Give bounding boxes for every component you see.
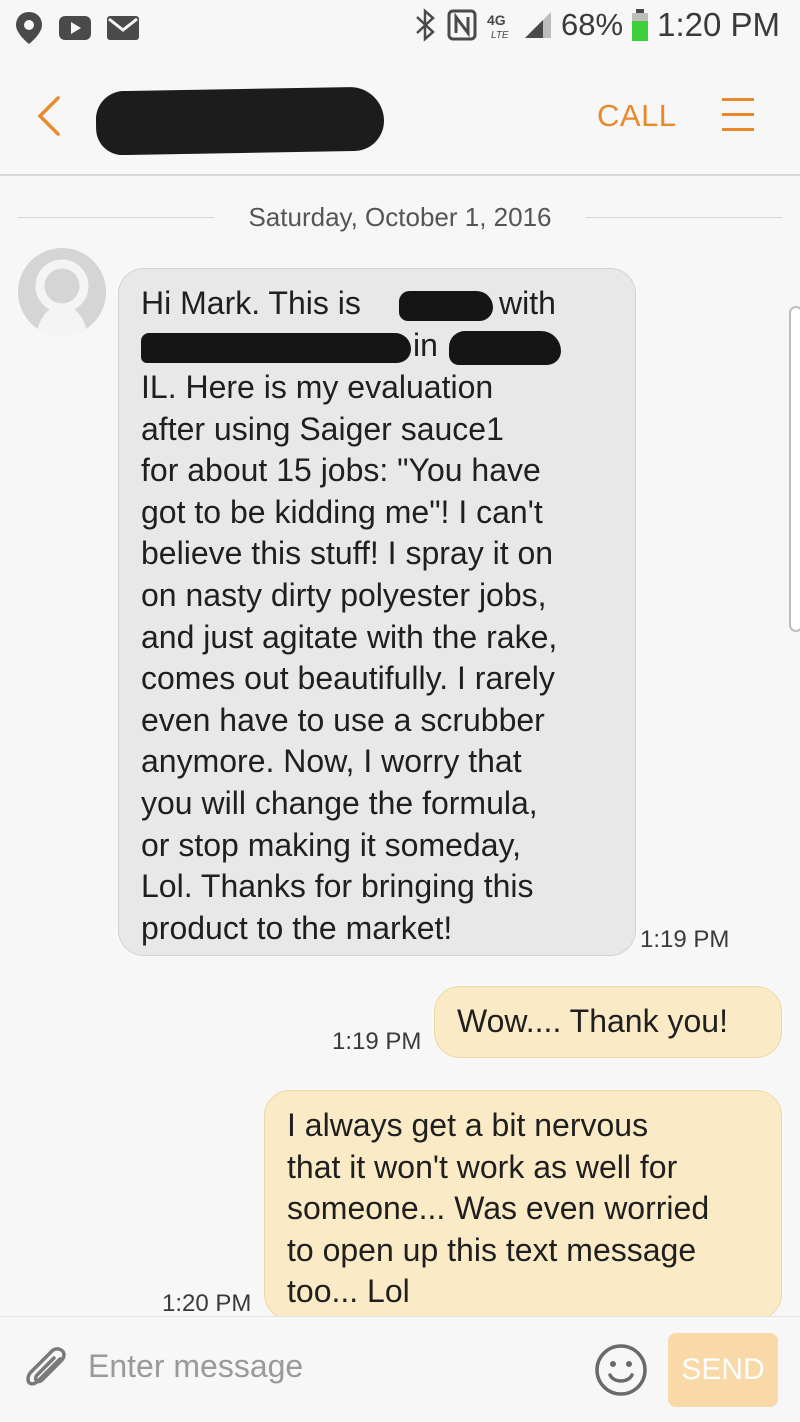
svg-text:4G: 4G [487,12,506,28]
outgoing-message-text: Wow.... Thank you! [457,1003,728,1039]
battery-icon [632,9,649,41]
outgoing-timestamp-1: 1:19 PM [332,1028,422,1055]
outgoing-message-bubble[interactable]: Wow.... Thank you! [434,986,782,1058]
incoming-line-1: Hi Mark. This is with [141,283,615,325]
redacted-city-name [449,331,561,365]
back-icon[interactable] [30,94,70,138]
message-text-in: in [413,327,438,363]
incoming-message-bubble[interactable]: Hi Mark. This is with in IL. Here is my … [118,268,636,956]
date-label: Saturday, October 1, 2016 [248,202,552,232]
redacted-business-name [141,333,411,363]
attach-icon[interactable] [22,1345,72,1395]
signal-icon [525,12,552,38]
status-bar: 4G LTE 68% 1:20 PM [0,0,800,56]
status-time: 1:20 PM [657,6,780,43]
contact-avatar[interactable] [18,248,106,336]
outgoing-message-bubble[interactable]: I always get a bit nervous that it won't… [264,1090,782,1320]
conversation-header: CALL [0,56,800,176]
nfc-icon [447,9,477,41]
network-4g-icon: 4G LTE [487,12,509,41]
youtube-icon [59,16,91,40]
message-text-end: with [499,285,556,321]
outgoing-message-text: I always get a bit nervous that it won't… [287,1107,710,1310]
call-button[interactable]: CALL [597,98,677,134]
redacted-contact-name [95,86,385,156]
redacted-sender-name [399,291,493,321]
menu-icon[interactable] [722,96,754,134]
svg-text:LTE: LTE [491,30,509,41]
message-text-start: Hi Mark. This is [141,285,361,321]
emoji-icon[interactable] [594,1343,648,1397]
incoming-message-text: IL. Here is my evaluation after using Sa… [141,369,558,946]
message-composer: SEND [0,1316,800,1422]
bluetooth-icon [416,8,435,42]
scrollbar[interactable] [789,306,800,632]
message-input[interactable] [88,1341,568,1391]
outgoing-timestamp-2: 1:20 PM [162,1290,252,1317]
location-icon [16,12,42,44]
mail-icon [107,16,139,40]
send-button[interactable]: SEND [668,1333,778,1407]
default-avatar-icon [18,248,106,336]
incoming-timestamp: 1:19 PM [640,926,730,953]
incoming-line-2: in [141,325,615,367]
date-divider: Saturday, October 1, 2016 [18,198,782,238]
battery-percent: 68% [561,7,624,42]
